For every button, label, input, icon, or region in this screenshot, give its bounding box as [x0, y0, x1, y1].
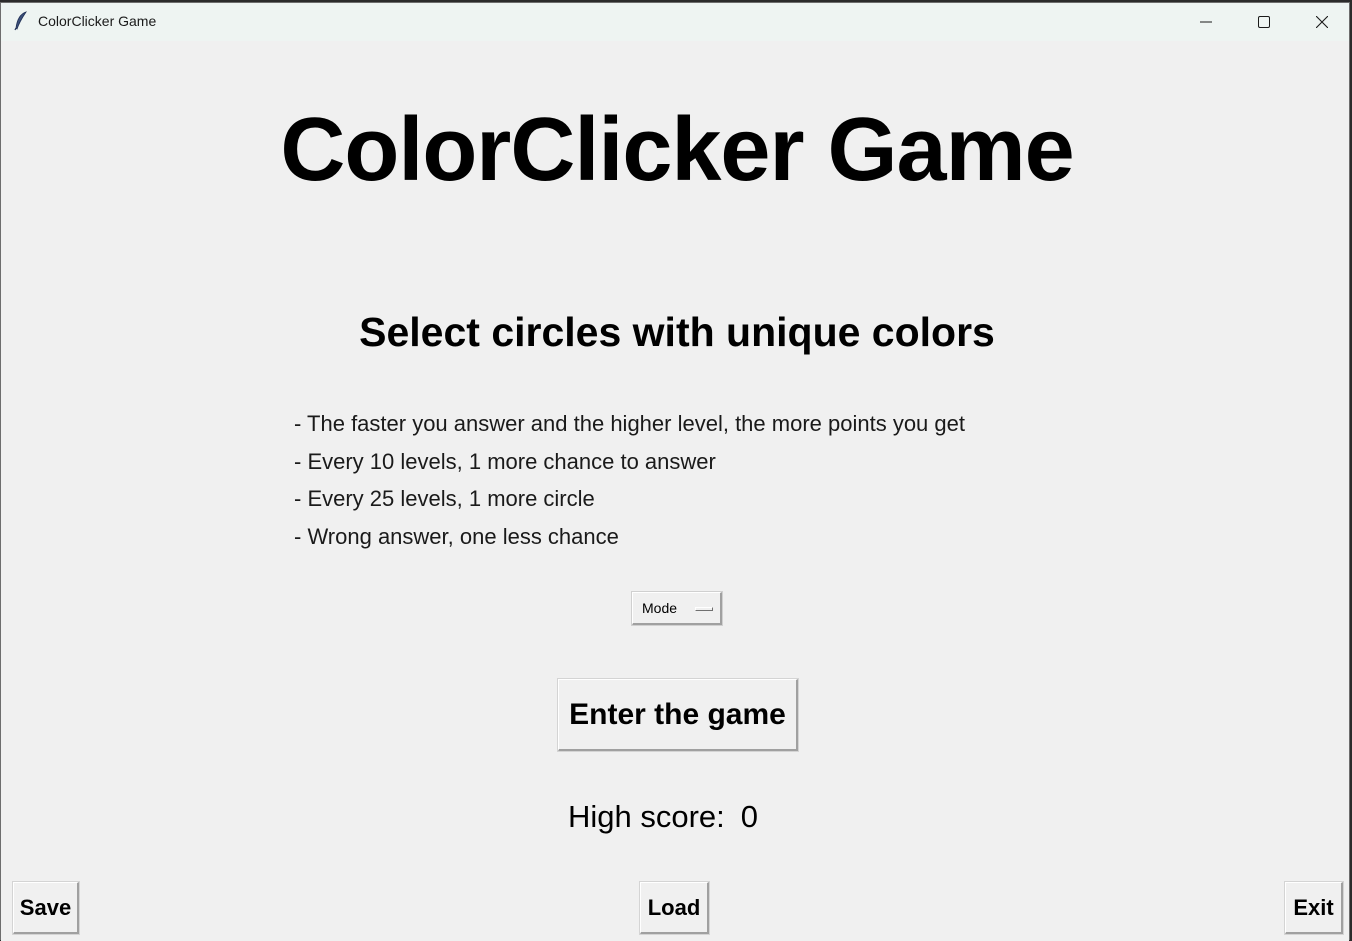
mode-label: Mode [642, 600, 678, 616]
high-score-value: 0 [740, 799, 759, 834]
minimize-button[interactable] [1177, 3, 1235, 41]
save-button[interactable]: Save [12, 881, 80, 935]
mode-option-menu[interactable]: Mode [631, 591, 723, 626]
close-button[interactable] [1293, 3, 1351, 41]
rule-item: - The faster you answer and the higher l… [294, 411, 965, 436]
option-menu-indicator-icon [695, 607, 713, 611]
rules-list: - The faster you answer and the higher l… [294, 405, 965, 555]
app-window: ColorClicker Game ColorClicker Game Sele… [0, 2, 1350, 941]
rule-item: - Every 10 levels, 1 more chance to answ… [294, 448, 716, 474]
main-content: ColorClicker Game Select circles with un… [1, 41, 1349, 941]
high-score: High score: 0 [1, 799, 1325, 835]
maximize-button[interactable] [1235, 3, 1293, 41]
window-title: ColorClicker Game [38, 13, 157, 29]
game-subtitle: Select circles with unique colors [359, 309, 995, 355]
title-bar: ColorClicker Game [1, 3, 1349, 41]
rule-item: - Wrong answer, one less chance [294, 523, 619, 549]
maximize-icon [1258, 16, 1270, 28]
exit-button[interactable]: Exit [1284, 881, 1344, 935]
high-score-label: High score: [567, 799, 725, 834]
load-button[interactable]: Load [639, 881, 710, 935]
game-title: ColorClicker Game [280, 100, 1074, 200]
feather-icon [13, 11, 29, 31]
enter-game-button[interactable]: Enter the game [557, 678, 799, 752]
close-icon [1316, 16, 1328, 28]
rule-item: - Every 25 levels, 1 more circle [294, 486, 595, 511]
minimize-icon [1200, 16, 1212, 28]
